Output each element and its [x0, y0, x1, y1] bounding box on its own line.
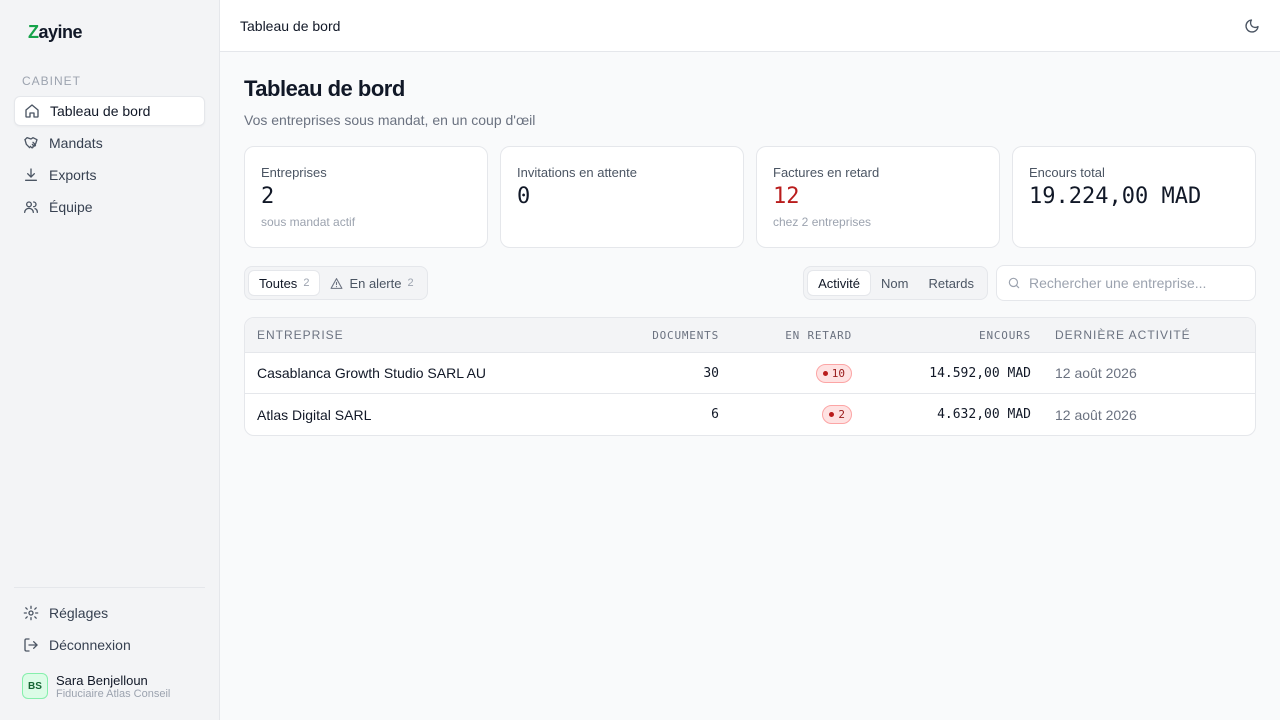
stat-card-late-invoices: Factures en retard 12 chez 2 entreprises: [756, 146, 1000, 248]
sidebar-item-settings[interactable]: Réglages: [14, 598, 205, 628]
filter-alert-tab[interactable]: En alerte 2: [320, 270, 423, 296]
user-name: Sara Benjelloun: [56, 672, 148, 688]
sidebar-item-mandats[interactable]: Mandats: [14, 128, 205, 158]
late-cell: 10: [719, 363, 852, 383]
sidebar-bottom-nav: Réglages Déconnexion: [14, 598, 205, 662]
stat-value: 0: [517, 184, 531, 209]
sidebar-section-label: CABINET: [22, 74, 82, 88]
gear-icon: [23, 605, 39, 621]
sidebar: Zayine CABINET Tableau de bord Mandats E…: [0, 0, 220, 720]
stat-value: 12: [773, 184, 800, 209]
filter-all-tab[interactable]: Toutes 2: [248, 270, 321, 296]
stat-label: Encours total: [1029, 165, 1105, 180]
app-logo[interactable]: Zayine: [14, 0, 205, 64]
logo-text: ayine: [38, 21, 83, 42]
sidebar-item-label: Tableau de bord: [50, 103, 151, 119]
table-header: ENTREPRISE DOCUMENTS EN RETARD ENCOURS D…: [245, 318, 1255, 353]
col-header-encours[interactable]: ENCOURS: [852, 329, 1031, 342]
user-org: Fiduciaire Atlas Conseil: [56, 687, 171, 700]
warning-icon: [330, 277, 343, 290]
table-row[interactable]: Atlas Digital SARL 6 2 4.632,00 MAD 12 a…: [245, 394, 1255, 435]
last-activity: 12 août 2026: [1055, 406, 1137, 423]
stat-subtext: chez 2 entreprises: [773, 215, 872, 229]
sidebar-item-label: Équipe: [49, 199, 93, 215]
stat-subtext: sous mandat actif: [261, 215, 356, 229]
stat-label: Factures en retard: [773, 165, 880, 180]
sort-tabs: Activité Nom Retards: [803, 266, 988, 300]
table-row[interactable]: Casablanca Growth Studio SARL AU 30 10 1…: [245, 353, 1255, 394]
stat-value: 19.224,00 MAD: [1029, 184, 1202, 209]
sidebar-item-label: Exports: [49, 167, 97, 183]
late-count: 10: [831, 366, 845, 380]
logout-icon: [23, 637, 39, 653]
sidebar-item-dashboard[interactable]: Tableau de bord: [14, 96, 205, 126]
table-toolbar: Toutes 2 En alerte 2 Activité Nom Retard…: [244, 265, 1256, 301]
user-profile[interactable]: BS Sara Benjelloun Fiduciaire Atlas Cons…: [22, 666, 205, 706]
topbar-title: Tableau de bord: [240, 17, 341, 34]
stat-card-entreprises: Entreprises 2 sous mandat actif: [244, 146, 488, 248]
filter-count: 2: [407, 277, 414, 289]
col-header-last-activity[interactable]: DERNIÈRE ACTIVITÉ: [1031, 328, 1253, 342]
sort-name-tab[interactable]: Nom: [871, 270, 918, 296]
topbar: Tableau de bord: [220, 0, 1280, 52]
sort-late-tab[interactable]: Retards: [918, 270, 984, 296]
sort-activity-tab[interactable]: Activité: [807, 270, 872, 296]
stat-card-invitations: Invitations en attente 0: [500, 146, 744, 248]
sidebar-item-equipe[interactable]: Équipe: [14, 192, 205, 222]
company-name[interactable]: Casablanca Growth Studio SARL AU: [245, 365, 611, 381]
alert-dot-icon: [822, 370, 828, 376]
users-icon: [23, 199, 39, 215]
last-activity: 12 août 2026: [1055, 365, 1137, 381]
stat-label: Invitations en attente: [517, 165, 637, 180]
search-box[interactable]: [996, 265, 1256, 301]
alert-dot-icon: [829, 412, 835, 417]
filter-tabs: Toutes 2 En alerte 2: [244, 266, 428, 300]
main-area: Tableau de bord Tableau de bord Vos entr…: [220, 0, 1280, 720]
col-header-documents[interactable]: DOCUMENTS: [611, 329, 719, 342]
avatar: BS: [22, 673, 48, 699]
col-header-late[interactable]: EN RETARD: [719, 329, 852, 342]
filter-label: Toutes: [259, 275, 298, 291]
search-icon: [1007, 276, 1021, 290]
late-cell: 2: [719, 405, 852, 424]
stat-card-total: Encours total 19.224,00 MAD: [1012, 146, 1256, 248]
dashboard-content: Tableau de bord Vos entreprises sous man…: [220, 52, 1280, 436]
sidebar-item-label: Réglages: [49, 605, 109, 621]
late-badge: 2: [822, 405, 852, 424]
late-count: 2: [838, 408, 845, 421]
documents-count: 6: [711, 407, 719, 422]
late-badge: 10: [815, 363, 852, 383]
download-icon: [23, 167, 39, 183]
companies-table: ENTREPRISE DOCUMENTS EN RETARD ENCOURS D…: [244, 317, 1256, 436]
home-icon: [24, 103, 40, 119]
stat-cards: Entreprises 2 sous mandat actif Invitati…: [244, 146, 1256, 248]
stat-label: Entreprises: [261, 165, 327, 180]
filter-label: En alerte: [349, 275, 402, 291]
sidebar-item-logout[interactable]: Déconnexion: [14, 630, 205, 660]
sidebar-item-label: Déconnexion: [49, 637, 131, 653]
sidebar-item-exports[interactable]: Exports: [14, 160, 205, 190]
sidebar-divider: [14, 587, 205, 588]
search-input[interactable]: [1029, 275, 1245, 291]
documents-count: 30: [703, 365, 719, 381]
page-subtitle: Vos entreprises sous mandat, en un coup …: [244, 112, 536, 128]
handshake-icon: [23, 135, 39, 151]
col-header-company[interactable]: ENTREPRISE: [245, 328, 611, 342]
company-name[interactable]: Atlas Digital SARL: [245, 407, 611, 423]
moon-icon[interactable]: [1244, 18, 1260, 34]
sidebar-nav: Tableau de bord Mandats Exports Équipe: [14, 96, 205, 224]
logo-mark: Z: [28, 21, 39, 42]
filter-count: 2: [303, 277, 310, 289]
sidebar-item-label: Mandats: [49, 135, 103, 151]
page-title: Tableau de bord: [244, 76, 405, 101]
stat-value: 2: [261, 184, 275, 209]
encours-amount: 14.592,00 MAD: [929, 365, 1031, 381]
encours-amount: 4.632,00 MAD: [937, 407, 1031, 422]
